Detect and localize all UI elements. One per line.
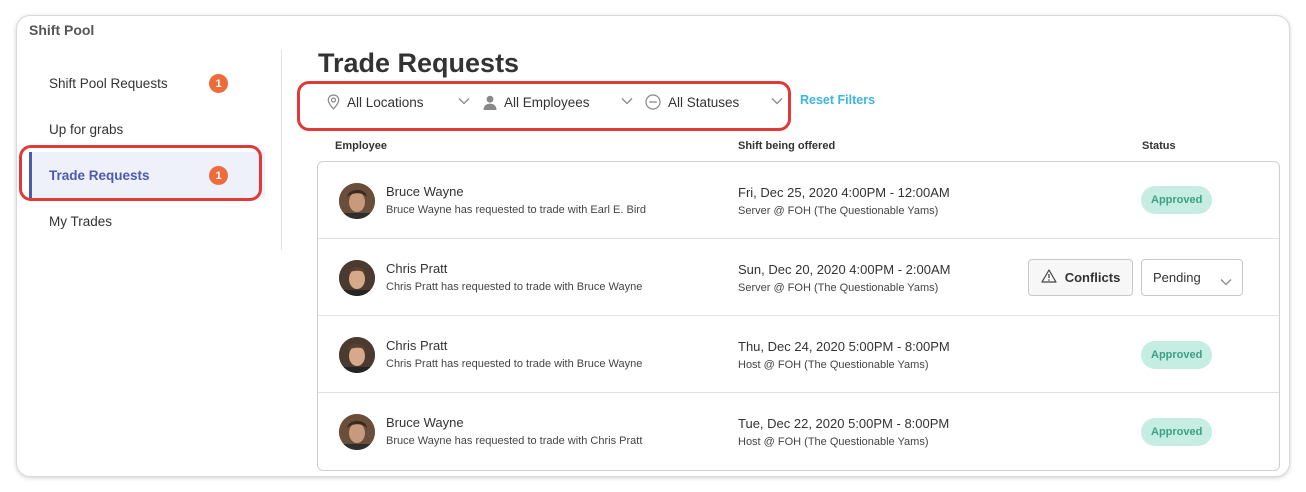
shift-time: Fri, Dec 25, 2020 4:00PM - 12:00AM [738, 185, 950, 200]
sidebar: Shift Pool Requests 1 Up for grabs Trade… [29, 60, 265, 244]
column-header-status: Status [1142, 140, 1176, 152]
table-row[interactable]: Chris Pratt Chris Pratt has requested to… [318, 316, 1279, 393]
shift-position: Host @ FOH (The Questionable Yams) [738, 436, 929, 448]
notification-badge: 1 [209, 166, 228, 185]
conflicts-label: Conflicts [1064, 270, 1121, 285]
column-header-shift: Shift being offered [738, 140, 836, 152]
location-filter-label: All Locations [347, 94, 424, 110]
avatar [339, 183, 375, 219]
avatar [339, 260, 375, 296]
avatar [339, 337, 375, 373]
trade-requests-table: Bruce Wayne Bruce Wayne has requested to… [317, 161, 1280, 471]
app-title: Shift Pool [29, 22, 95, 38]
trade-description: Bruce Wayne has requested to trade with … [386, 204, 647, 216]
sidebar-item-shift-pool-requests[interactable]: Shift Pool Requests 1 [29, 60, 265, 106]
table-row[interactable]: Bruce Wayne Bruce Wayne has requested to… [318, 162, 1279, 239]
shift-pool-card: Shift Pool Shift Pool Requests 1 Up for … [16, 15, 1290, 477]
location-filter[interactable]: All Locations [327, 90, 473, 114]
chevron-down-icon [771, 97, 783, 105]
status-badge: Approved [1141, 418, 1213, 446]
status-badge: Approved [1141, 186, 1213, 214]
table-row[interactable]: Chris Pratt Chris Pratt has requested to… [318, 239, 1279, 316]
status-select-value: Pending [1153, 270, 1201, 285]
trade-description: Bruce Wayne has requested to trade with … [386, 435, 643, 447]
shift-time: Tue, Dec 22, 2020 5:00PM - 8:00PM [738, 416, 950, 431]
trade-description: Chris Pratt has requested to trade with … [386, 358, 643, 370]
status-filter-label: All Statuses [668, 94, 740, 110]
sidebar-item-label: My Trades [49, 213, 113, 229]
page-title: Trade Requests [318, 48, 520, 78]
reset-filters-link[interactable]: Reset Filters [800, 93, 875, 107]
sidebar-item-label: Up for grabs [49, 121, 124, 137]
shift-position: Server @ FOH (The Questionable Yams) [738, 282, 939, 294]
circle-minus-icon [645, 94, 661, 110]
column-header-employee: Employee [335, 140, 387, 152]
chevron-down-icon [621, 97, 633, 105]
conflicts-button[interactable]: Conflicts [1028, 259, 1133, 296]
sidebar-item-label: Shift Pool Requests [49, 75, 168, 91]
employee-name: Bruce Wayne [386, 415, 464, 430]
sidebar-divider [281, 50, 282, 250]
sidebar-item-up-for-grabs[interactable]: Up for grabs [29, 106, 265, 152]
employee-name: Bruce Wayne [386, 184, 464, 199]
avatar [339, 414, 375, 450]
trade-description: Chris Pratt has requested to trade with … [386, 281, 643, 293]
map-pin-icon [327, 94, 340, 110]
status-select[interactable]: Pending [1141, 259, 1243, 296]
sidebar-item-trade-requests[interactable]: Trade Requests 1 [29, 152, 265, 198]
chevron-down-icon [458, 97, 470, 105]
employee-filter-label: All Employees [504, 94, 590, 110]
table-row[interactable]: Bruce Wayne Bruce Wayne has requested to… [318, 393, 1279, 470]
sidebar-item-my-trades[interactable]: My Trades [29, 198, 265, 244]
employee-name: Chris Pratt [386, 261, 448, 276]
employee-filter[interactable]: All Employees [483, 90, 633, 114]
status-badge: Approved [1141, 341, 1213, 369]
shift-position: Host @ FOH (The Questionable Yams) [738, 359, 929, 371]
person-icon [483, 95, 497, 110]
shift-time: Thu, Dec 24, 2020 5:00PM - 8:00PM [738, 339, 950, 354]
warning-icon [1041, 269, 1057, 286]
employee-name: Chris Pratt [386, 338, 448, 353]
sidebar-item-label: Trade Requests [49, 167, 150, 183]
shift-time: Sun, Dec 20, 2020 4:00PM - 2:00AM [738, 262, 951, 277]
chevron-down-icon [1220, 274, 1232, 289]
notification-badge: 1 [209, 74, 228, 93]
status-filter[interactable]: All Statuses [645, 90, 787, 114]
shift-position: Server @ FOH (The Questionable Yams) [738, 205, 939, 217]
